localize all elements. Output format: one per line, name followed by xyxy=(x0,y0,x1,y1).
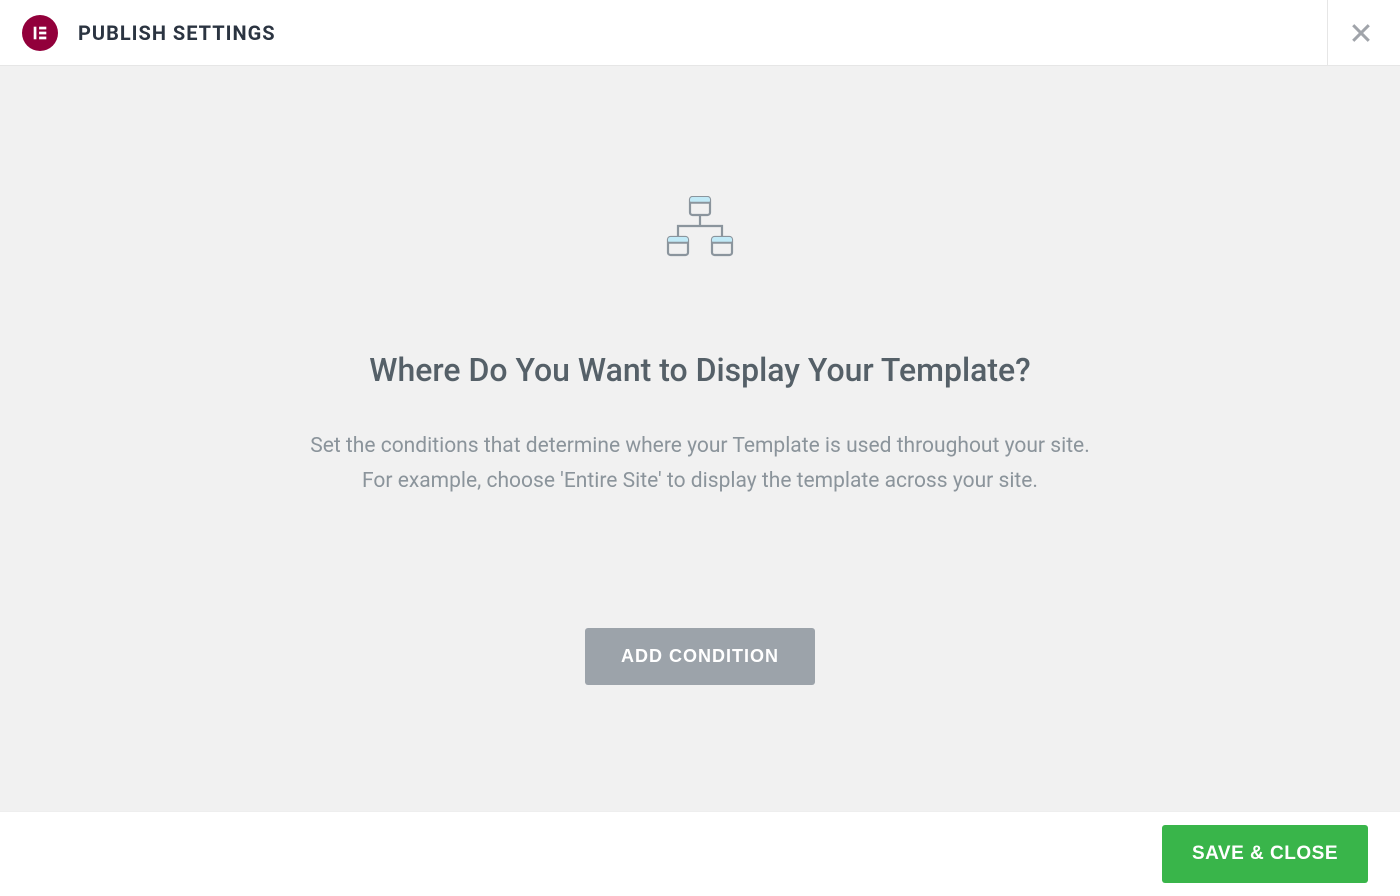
save-close-button[interactable]: SAVE & CLOSE xyxy=(1162,825,1368,883)
modal-title: PUBLISH SETTINGS xyxy=(78,21,276,45)
content-heading: Where Do You Want to Display Your Templa… xyxy=(369,351,1030,389)
elementor-logo-icon xyxy=(22,15,58,51)
close-icon[interactable] xyxy=(1350,22,1372,44)
modal-footer: SAVE & CLOSE xyxy=(0,811,1400,896)
modal-content: Where Do You Want to Display Your Templa… xyxy=(0,66,1400,811)
add-condition-button[interactable]: ADD CONDITION xyxy=(585,628,815,685)
hierarchy-icon xyxy=(664,196,736,266)
close-button-wrap xyxy=(1327,0,1400,65)
content-description: Set the conditions that determine where … xyxy=(310,429,1089,498)
modal-header: PUBLISH SETTINGS xyxy=(0,0,1400,66)
description-line-1: Set the conditions that determine where … xyxy=(310,434,1089,458)
description-line-2: For example, choose 'Entire Site' to dis… xyxy=(362,469,1038,493)
